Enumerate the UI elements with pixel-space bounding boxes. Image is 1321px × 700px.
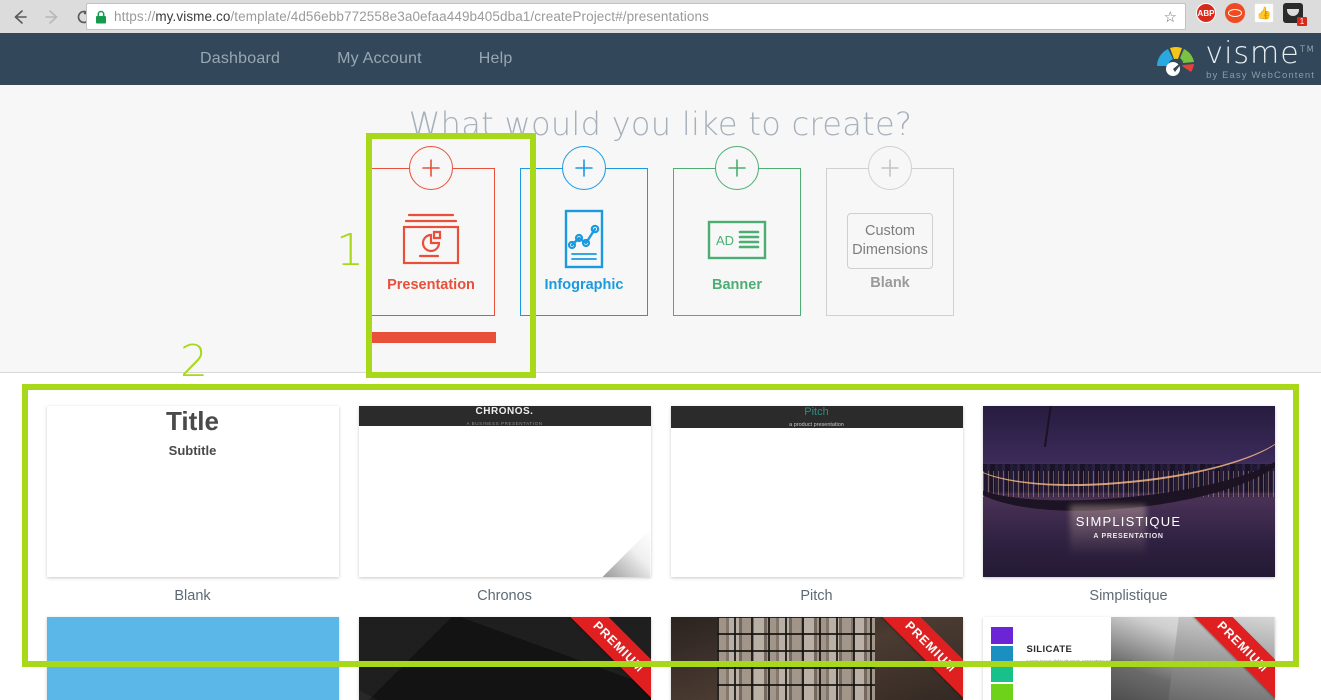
page-curl-icon — [602, 529, 651, 577]
custom-dimensions-label-1: Custom — [865, 223, 915, 239]
visme-logo[interactable]: vismeTM by Easy WebContent — [1153, 39, 1315, 81]
visme-logo-tagline: by Easy WebContent — [1206, 70, 1315, 82]
template-preview-simplistique: SIMPLISTIQUE A PRESENTATION — [982, 406, 1275, 577]
plus-icon — [868, 146, 912, 190]
create-type-cards: Presentation Infographic AD Banner Custo… — [0, 146, 1321, 343]
nav-my-account[interactable]: My Account — [337, 50, 422, 68]
template-thumbnail[interactable]: STRATAGEM A business presentation — [46, 617, 339, 700]
swatch-green — [990, 684, 1013, 700]
back-arrow-icon[interactable] — [6, 3, 34, 31]
preview-subtitle: Subtitle — [168, 443, 217, 458]
custom-dimensions-label-2: Dimensions — [852, 242, 928, 258]
template-preview-stratagem: STRATAGEM A business presentation — [46, 617, 339, 700]
nav-dashboard[interactable]: Dashboard — [200, 50, 280, 68]
swatch-blue — [990, 646, 1013, 663]
extension-badge-count: 1 — [1297, 17, 1307, 26]
ad-banner-icon: AD — [702, 209, 772, 271]
pie-chart-slide-icon — [396, 209, 466, 271]
page-title: What would you like to create? — [408, 105, 913, 143]
line-chart-page-icon — [553, 209, 615, 271]
preview-title: SILICATE — [1026, 644, 1073, 655]
svg-text:AD: AD — [716, 233, 734, 248]
browser-extensions: ABP 👍 1 — [1196, 3, 1307, 26]
template-card-terminal[interactable]: [ TERMINAL ] PREMIUM Terminal — [358, 617, 651, 700]
create-card-infographic[interactable]: Infographic — [520, 146, 648, 316]
create-card-label: Blank — [870, 275, 910, 291]
template-thumbnail[interactable]: Scripted PREMIUM — [670, 617, 963, 700]
star-icon[interactable]: ☆ — [1158, 8, 1177, 26]
site-header: Dashboard My Account Help vismeTM by Eas… — [0, 33, 1321, 85]
preview-title: Pitch — [804, 406, 829, 418]
preview-text-block: SIMPLISTIQUE A PRESENTATION — [983, 514, 1275, 540]
preview-grid — [717, 617, 875, 700]
custom-dimensions-button[interactable]: Custom Dimensions — [847, 213, 933, 269]
template-card-simplistique[interactable]: SIMPLISTIQUE A PRESENTATION Simplistique — [982, 406, 1275, 617]
preview-title: CHRONOS. — [475, 406, 534, 417]
template-preview-chronos: CHRONOS. A BUSINESS PRESENTATION — [358, 406, 651, 426]
browser-nav-buttons — [0, 3, 98, 31]
swatch-purple — [990, 627, 1013, 644]
template-card-pitch[interactable]: Pitch a product presentation Pitch — [670, 406, 963, 617]
create-card-banner[interactable]: AD Banner — [673, 146, 801, 316]
site-nav: Dashboard My Account Help — [0, 33, 1321, 85]
lock-icon — [95, 10, 107, 24]
template-thumbnail[interactable]: SIMPLISTIQUE A PRESENTATION — [982, 406, 1275, 577]
template-card-stratagem[interactable]: STRATAGEM A business presentation Strata… — [46, 617, 339, 700]
create-card-label: Presentation — [387, 277, 475, 293]
preview-subtitle: a product presentation — [789, 422, 844, 428]
create-card-label: Banner — [712, 277, 762, 293]
visme-gauge-icon — [1153, 42, 1199, 78]
visme-wordmark: vismeTM by Easy WebContent — [1205, 39, 1315, 81]
visme-logo-text: vismeTM — [1205, 36, 1315, 72]
template-name: Simplistique — [1089, 588, 1168, 604]
page-root: https://my.visme.co/template/4d56ebb7725… — [0, 0, 1321, 700]
template-name: Pitch — [800, 588, 833, 604]
create-card-blank[interactable]: Custom Dimensions Blank — [826, 146, 954, 316]
preview-title: Title — [166, 406, 219, 436]
template-card-scripted[interactable]: Scripted PREMIUM Scripted — [670, 617, 963, 700]
plus-icon — [562, 146, 606, 190]
preview-subtitle: Lorem ipsum dolor sit amet, consectetur … — [1026, 659, 1133, 664]
template-thumbnail[interactable]: [ TERMINAL ] PREMIUM — [358, 617, 651, 700]
template-thumbnail[interactable]: Pitch a product presentation — [670, 406, 963, 577]
plus-icon — [715, 146, 759, 190]
preview-subtitle: A PRESENTATION — [1093, 532, 1164, 540]
thumbs-up-extension-icon[interactable]: 👍 — [1254, 3, 1274, 23]
pocket-extension-icon[interactable]: 1 — [1283, 3, 1307, 26]
preview-color-swatches — [990, 627, 1013, 700]
template-card-blank[interactable]: Title Subtitle Blank — [46, 406, 339, 617]
preview-title: SIMPLISTIQUE — [1075, 513, 1182, 529]
template-grid: Title Subtitle Blank CHRONOS. A BUSINESS… — [0, 406, 1321, 700]
preview-subtitle: A BUSINESS PRESENTATION — [466, 421, 543, 426]
template-thumbnail[interactable]: SILICATE Lorem ipsum dolor sit amet, con… — [982, 617, 1275, 700]
oovoo-extension-icon[interactable] — [1225, 3, 1245, 23]
create-card-label: Infographic — [544, 277, 624, 293]
template-card-chronos[interactable]: CHRONOS. A BUSINESS PRESENTATION Chronos — [358, 406, 651, 617]
active-type-indicator — [368, 332, 496, 343]
template-name: Blank — [174, 588, 211, 604]
forward-arrow-icon[interactable] — [38, 3, 66, 31]
address-bar-url: https://my.visme.co/template/4d56ebb7725… — [114, 9, 709, 24]
browser-toolbar: https://my.visme.co/template/4d56ebb7725… — [0, 0, 1321, 33]
template-preview-pitch: Pitch a product presentation — [670, 406, 963, 428]
template-name: Chronos — [477, 588, 532, 604]
create-card-presentation[interactable]: Presentation — [367, 146, 496, 343]
template-thumbnail[interactable]: Title Subtitle — [46, 406, 339, 577]
adblock-plus-extension-icon[interactable]: ABP — [1196, 3, 1216, 23]
plus-icon — [409, 146, 453, 190]
nav-help[interactable]: Help — [479, 50, 513, 68]
address-bar[interactable]: https://my.visme.co/template/4d56ebb7725… — [86, 3, 1186, 30]
swatch-teal — [990, 665, 1013, 682]
template-card-silicate[interactable]: SILICATE Lorem ipsum dolor sit amet, con… — [982, 617, 1275, 700]
template-preview-blank: Title Subtitle — [46, 406, 339, 458]
template-thumbnail[interactable]: CHRONOS. A BUSINESS PRESENTATION — [358, 406, 651, 577]
